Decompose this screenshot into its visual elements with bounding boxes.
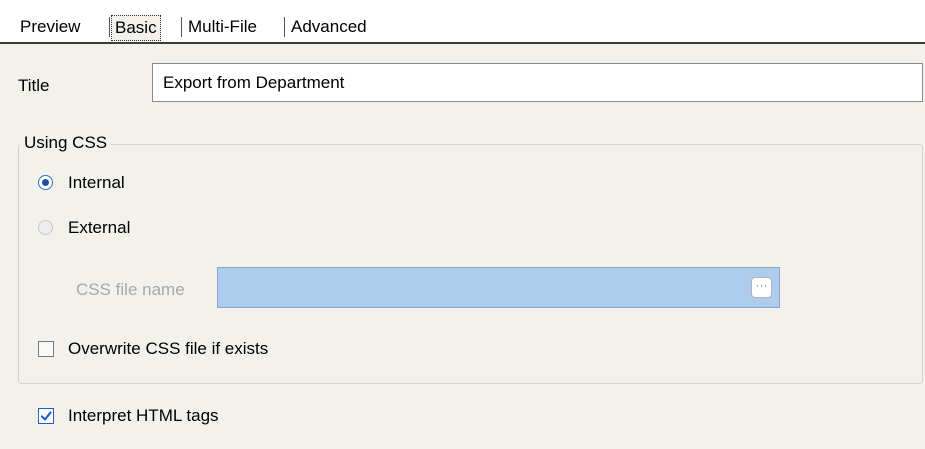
- using-css-legend: Using CSS: [20, 131, 112, 155]
- overwrite-css-checkbox[interactable]: [38, 341, 54, 357]
- interpret-html-label: Interpret HTML tags: [68, 406, 219, 425]
- title-input[interactable]: [152, 63, 923, 102]
- tab-basic[interactable]: Basic: [111, 15, 161, 41]
- interpret-html-checkbox[interactable]: [38, 408, 54, 424]
- tab-separator: [284, 17, 285, 37]
- tab-separator: [109, 17, 110, 37]
- css-file-name-label: CSS file name: [76, 280, 185, 299]
- tab-strip: Preview Basic Multi-File Advanced: [0, 0, 925, 44]
- radio-external-button[interactable]: [38, 220, 53, 235]
- tab-separator: [181, 17, 182, 37]
- tab-advanced[interactable]: Advanced: [291, 15, 367, 39]
- tab-multi-file[interactable]: Multi-File: [188, 15, 257, 39]
- radio-internal-button[interactable]: [38, 175, 53, 190]
- overwrite-css-label: Overwrite CSS file if exists: [68, 339, 269, 358]
- tab-preview[interactable]: Preview: [20, 15, 80, 39]
- radio-external-label: External: [68, 218, 131, 237]
- css-file-name-input[interactable]: ···: [217, 267, 780, 308]
- radio-internal-label: Internal: [68, 173, 125, 192]
- browse-button[interactable]: ···: [751, 277, 772, 298]
- title-label: Title: [18, 76, 50, 95]
- checkmark-icon: [40, 411, 52, 421]
